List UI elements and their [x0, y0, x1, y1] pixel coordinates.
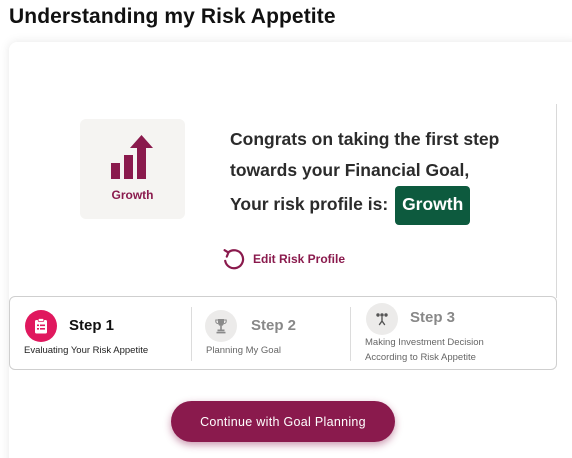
- step-2-title: Step 2: [251, 317, 297, 334]
- step-3-subtitle-line-1: Making Investment Decision: [365, 337, 484, 348]
- card-divider: [556, 104, 557, 298]
- clipboard-icon: [25, 310, 57, 342]
- decision-icon: [366, 303, 398, 335]
- page-title: Understanding my Risk Appetite: [9, 5, 336, 28]
- refresh-icon: [223, 249, 245, 270]
- step-separator: [350, 307, 351, 361]
- congrats-line-2: towards your Financial Goal,: [230, 160, 470, 180]
- edit-risk-profile-label: Edit Risk Profile: [253, 251, 346, 266]
- risk-profile-prefix: Your risk profile is:: [230, 194, 389, 214]
- continue-goal-planning-button[interactable]: Continue with Goal Planning: [171, 401, 395, 442]
- step-separator: [191, 307, 192, 361]
- trophy-icon: [205, 310, 237, 342]
- congrats-line-3: Your risk profile is: Growth: [230, 186, 499, 225]
- risk-profile-tile-label: Growth: [111, 188, 154, 202]
- step-3-title: Step 3: [410, 309, 456, 326]
- step-1-title: Step 1: [69, 317, 115, 334]
- step-2-subtitle: Planning My Goal: [206, 345, 281, 356]
- congrats-message: Congrats on taking the first step toward…: [230, 124, 499, 225]
- congrats-line-1: Congrats on taking the first step: [230, 129, 500, 149]
- risk-profile-tile: Growth: [80, 119, 185, 219]
- step-3-subtitle: Making Investment Decision According to …: [365, 335, 484, 365]
- steps-tracker: Step 1 Evaluating Your Risk Appetite Ste…: [9, 296, 557, 370]
- risk-profile-badge: Growth: [395, 186, 471, 225]
- step-1-subtitle: Evaluating Your Risk Appetite: [24, 345, 149, 356]
- step-3-subtitle-line-2: According to Risk Appetite: [365, 352, 476, 363]
- growth-bars-arrow-icon: [111, 135, 153, 179]
- edit-risk-profile-link[interactable]: Edit Risk Profile: [222, 247, 345, 270]
- root: Understanding my Risk Appetite Growth Co…: [0, 0, 572, 458]
